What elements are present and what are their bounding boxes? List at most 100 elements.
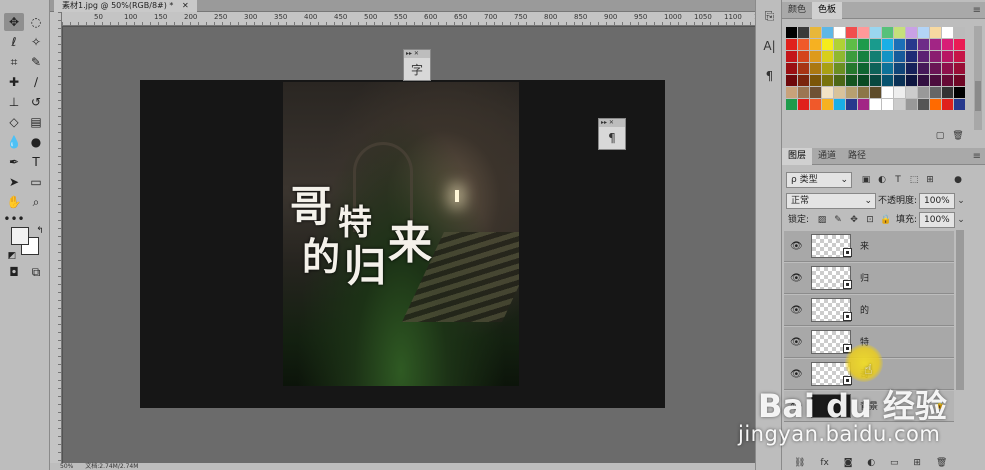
color-swatch[interactable] [918, 39, 929, 50]
color-swatch[interactable] [822, 75, 833, 86]
color-swatch[interactable] [834, 27, 845, 38]
color-swatch[interactable] [906, 51, 917, 62]
color-swatch[interactable] [858, 87, 869, 98]
color-swatch[interactable] [822, 99, 833, 110]
healing-brush-tool-icon[interactable]: ✚ [4, 73, 24, 91]
new-group-icon[interactable]: ▭ [890, 458, 899, 468]
color-swatch[interactable] [846, 63, 857, 74]
document-info[interactable]: 文档:2.74M/2.74M [85, 463, 138, 470]
history-panel-icon[interactable]: ⎘ [761, 8, 778, 25]
color-swatch[interactable] [906, 87, 917, 98]
lock-all-icon[interactable]: 🔒 [880, 212, 892, 228]
color-swatch[interactable] [810, 63, 821, 74]
color-swatch[interactable] [906, 99, 917, 110]
color-swatch[interactable] [786, 63, 797, 74]
color-swatch[interactable] [906, 27, 917, 38]
color-swatch[interactable] [810, 27, 821, 38]
layer-name[interactable]: 归 [860, 271, 869, 284]
color-swatch[interactable] [894, 87, 905, 98]
tab-layers[interactable]: 图层 [782, 148, 813, 165]
color-swatch[interactable] [930, 99, 941, 110]
chevron-down-icon[interactable]: ⌄ [955, 212, 967, 228]
color-swatch[interactable] [882, 75, 893, 86]
color-swatch[interactable] [882, 27, 893, 38]
layer-name[interactable]: 的 [860, 303, 869, 316]
layer-row[interactable]: 👁 ▪ 归 [784, 263, 954, 294]
color-swatch[interactable] [798, 63, 809, 74]
color-swatch[interactable] [834, 63, 845, 74]
color-swatch[interactable] [882, 63, 893, 74]
color-swatch[interactable] [906, 39, 917, 50]
title-char-gui[interactable]: 归 [344, 246, 386, 288]
layer-name[interactable]: 来 [860, 239, 869, 252]
color-swatch[interactable] [810, 87, 821, 98]
color-swatch[interactable] [942, 27, 953, 38]
gradient-tool-icon[interactable]: ▤ [26, 113, 46, 131]
color-swatch[interactable] [894, 27, 905, 38]
crop-tool-icon[interactable]: ⌗ [4, 53, 24, 71]
layer-filter-select[interactable]: ρ 类型 ⌄ [786, 172, 852, 188]
delete-swatch-icon[interactable]: 🗑 [952, 128, 964, 144]
color-swatch[interactable] [834, 99, 845, 110]
visibility-eye-icon[interactable]: 👁 [790, 305, 803, 316]
fill-input[interactable]: 100% [919, 212, 955, 228]
color-swatch[interactable] [930, 63, 941, 74]
color-swatch[interactable] [870, 63, 881, 74]
color-swatch[interactable] [846, 27, 857, 38]
color-swatch[interactable] [834, 87, 845, 98]
lock-transparent-icon[interactable]: ▨ [816, 212, 828, 228]
tab-swatches[interactable]: 色板 [812, 2, 843, 19]
color-swatch[interactable] [798, 99, 809, 110]
document-tab[interactable]: 素材1.jpg @ 50%(RGB/8#) * ✕ [54, 0, 197, 12]
color-swatch[interactable] [858, 39, 869, 50]
panel-header[interactable]: ▸▸ ✕ [599, 119, 625, 127]
color-swatch[interactable] [858, 99, 869, 110]
color-swatch[interactable] [918, 75, 929, 86]
chevron-down-icon[interactable]: ⌄ [955, 193, 967, 209]
color-swatch[interactable] [882, 51, 893, 62]
color-swatch[interactable] [954, 63, 965, 74]
color-swatch[interactable] [798, 51, 809, 62]
color-swatch[interactable] [822, 63, 833, 74]
color-swatch[interactable] [798, 39, 809, 50]
color-swatch[interactable] [942, 51, 953, 62]
color-swatch[interactable] [942, 75, 953, 86]
panel-menu-icon[interactable]: ≡ [973, 148, 981, 165]
color-swatch[interactable] [786, 27, 797, 38]
eyedropper-tool-icon[interactable]: ✎ [26, 53, 46, 71]
color-swatch[interactable] [918, 87, 929, 98]
lock-position-icon[interactable]: ✥ [848, 212, 860, 228]
blend-mode-select[interactable]: 正常 ⌄ [786, 193, 876, 209]
color-swatch[interactable] [954, 39, 965, 50]
swap-colors-icon[interactable]: ↰ [30, 222, 50, 240]
color-swatch[interactable] [930, 39, 941, 50]
zoom-level[interactable]: 50% [60, 463, 73, 470]
color-swatch[interactable] [894, 39, 905, 50]
new-swatch-icon[interactable]: ▢ [934, 128, 946, 144]
shape-filter-icon[interactable]: ⬚ [908, 172, 920, 188]
color-swatch[interactable] [786, 51, 797, 62]
color-swatch[interactable] [822, 51, 833, 62]
tab-color[interactable]: 颜色 [782, 2, 812, 19]
color-swatch[interactable] [846, 87, 857, 98]
path-selection-tool-icon[interactable]: ➤ [4, 173, 24, 191]
panel-header[interactable]: ▸▸ ✕ [404, 50, 430, 58]
color-swatch[interactable] [786, 99, 797, 110]
color-swatch[interactable] [870, 27, 881, 38]
swatch-scrollbar[interactable] [974, 26, 982, 130]
color-swatch[interactable] [870, 51, 881, 62]
layer-mask-icon[interactable]: ◙ [844, 458, 853, 468]
title-char-te[interactable]: 特 [338, 206, 372, 240]
new-layer-icon[interactable]: ⊞ [913, 458, 921, 468]
scroll-thumb[interactable] [975, 81, 981, 111]
color-swatch[interactable] [870, 39, 881, 50]
color-swatch[interactable] [858, 27, 869, 38]
paragraph-panel-icon[interactable]: ¶ [599, 127, 625, 149]
color-swatch[interactable] [870, 87, 881, 98]
color-swatch[interactable] [810, 75, 821, 86]
adjustment-filter-icon[interactable]: ◐ [876, 172, 888, 188]
blur-tool-icon[interactable]: 💧 [4, 133, 24, 151]
color-swatch[interactable] [906, 63, 917, 74]
color-swatch[interactable] [954, 99, 965, 110]
color-swatch[interactable] [954, 27, 965, 38]
